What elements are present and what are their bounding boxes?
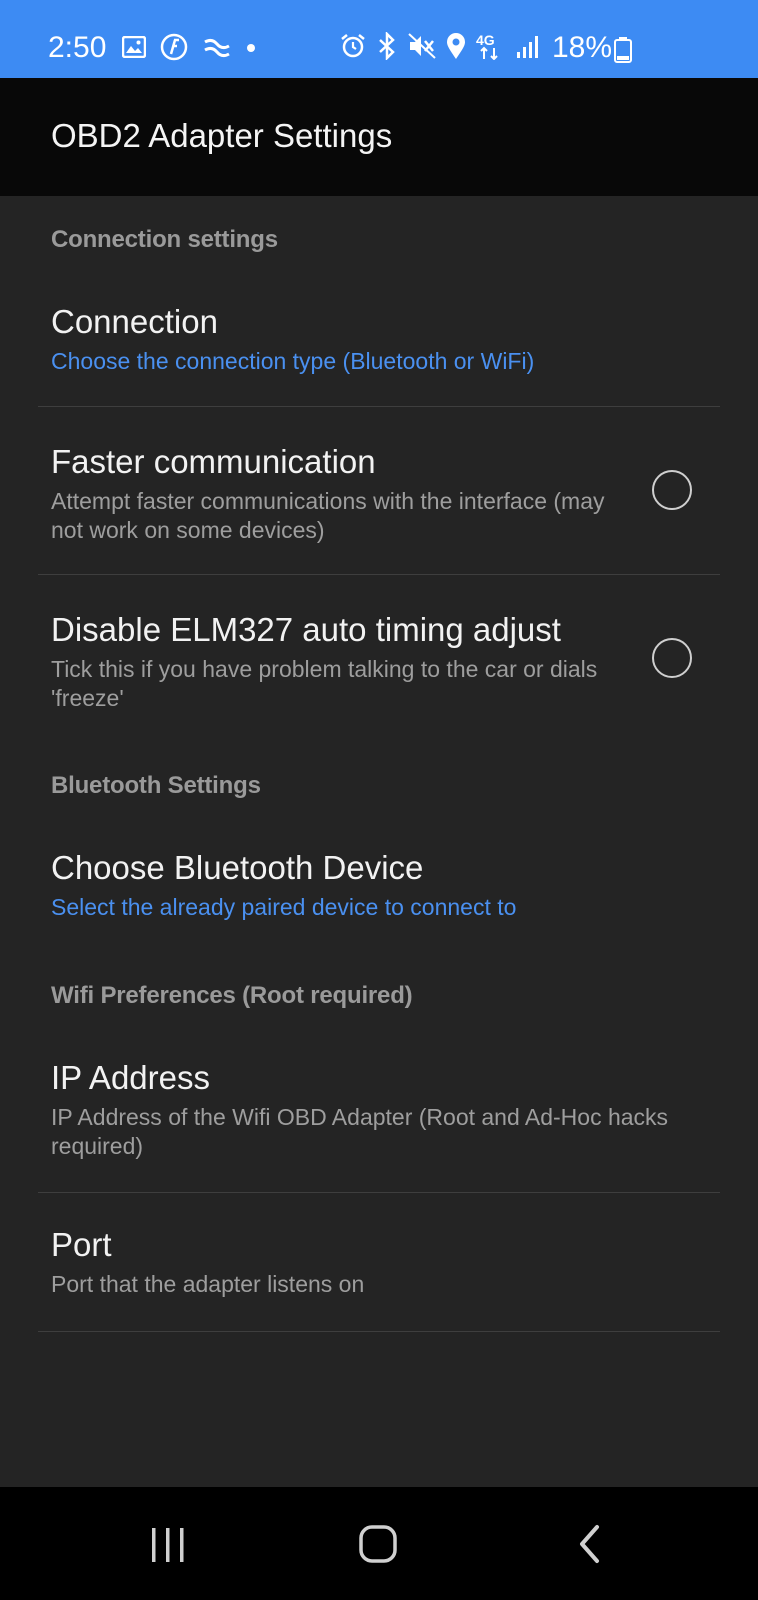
alarm-icon bbox=[340, 33, 366, 64]
status-system-icons: 4G bbox=[340, 30, 542, 65]
signal-icon bbox=[516, 33, 542, 64]
pref-title: Connection bbox=[51, 303, 218, 340]
back-icon[interactable] bbox=[562, 1515, 622, 1575]
location-icon bbox=[446, 32, 466, 65]
status-bar: 2:50 4G 18% bbox=[0, 0, 758, 78]
pref-title: Disable ELM327 auto timing adjust bbox=[51, 611, 561, 648]
pref-summary: Choose the connection type (Bluetooth or… bbox=[51, 348, 535, 374]
pref-faster-communication[interactable]: Faster communication Attempt faster comm… bbox=[0, 407, 758, 575]
image-icon bbox=[121, 35, 147, 63]
category-bluetooth-settings: Bluetooth Settings bbox=[51, 772, 261, 799]
svg-text:4G: 4G bbox=[476, 32, 495, 48]
pref-connection[interactable]: Connection Choose the connection type (B… bbox=[0, 290, 758, 406]
navigation-bar bbox=[0, 1487, 758, 1600]
recent-apps-icon[interactable] bbox=[138, 1515, 198, 1575]
pref-choose-bluetooth-device[interactable]: Choose Bluetooth Device Select the alrea… bbox=[0, 836, 758, 946]
disable-auto-timing-checkbox[interactable] bbox=[652, 638, 692, 678]
settings-screen: 2:50 4G 18% OBD2 Adapter Settings Connec… bbox=[0, 0, 758, 1600]
dot-icon bbox=[246, 40, 256, 58]
battery-percent: 18% bbox=[552, 31, 613, 64]
home-icon[interactable] bbox=[349, 1515, 409, 1575]
status-time: 2:50 bbox=[48, 31, 107, 64]
pref-title: Choose Bluetooth Device bbox=[51, 849, 424, 886]
mute-icon bbox=[408, 32, 436, 64]
pref-port[interactable]: Port Port that the adapter listens on bbox=[0, 1193, 758, 1331]
divider bbox=[38, 1331, 720, 1332]
pref-summary: Port that the adapter listens on bbox=[51, 1271, 365, 1297]
app-icon-2 bbox=[202, 36, 232, 63]
category-connection-settings: Connection settings bbox=[51, 226, 278, 253]
pref-ip-address[interactable]: IP Address IP Address of the Wifi OBD Ad… bbox=[0, 1046, 758, 1192]
pref-disable-auto-timing[interactable]: Disable ELM327 auto timing adjust Tick t… bbox=[0, 575, 758, 735]
category-wifi-preferences: Wifi Preferences (Root required) bbox=[51, 982, 413, 1009]
faster-communication-checkbox[interactable] bbox=[652, 470, 692, 510]
app-icon bbox=[160, 33, 188, 66]
page-title: OBD2 Adapter Settings bbox=[51, 117, 393, 154]
pref-summary: Attempt faster communications with the i… bbox=[51, 488, 605, 543]
pref-summary: Tick this if you have problem talking to… bbox=[51, 656, 598, 711]
pref-title: IP Address bbox=[51, 1059, 210, 1096]
bluetooth-icon bbox=[376, 30, 398, 65]
pref-summary: Select the already paired device to conn… bbox=[51, 894, 517, 920]
network-4g-icon: 4G bbox=[476, 32, 506, 65]
app-bar: OBD2 Adapter Settings bbox=[0, 78, 758, 196]
battery-icon bbox=[614, 37, 632, 68]
pref-title: Port bbox=[51, 1226, 112, 1263]
pref-summary: IP Address of the Wifi OBD Adapter (Root… bbox=[51, 1104, 669, 1159]
pref-title: Faster communication bbox=[51, 443, 376, 480]
status-notification-icons bbox=[121, 33, 256, 66]
